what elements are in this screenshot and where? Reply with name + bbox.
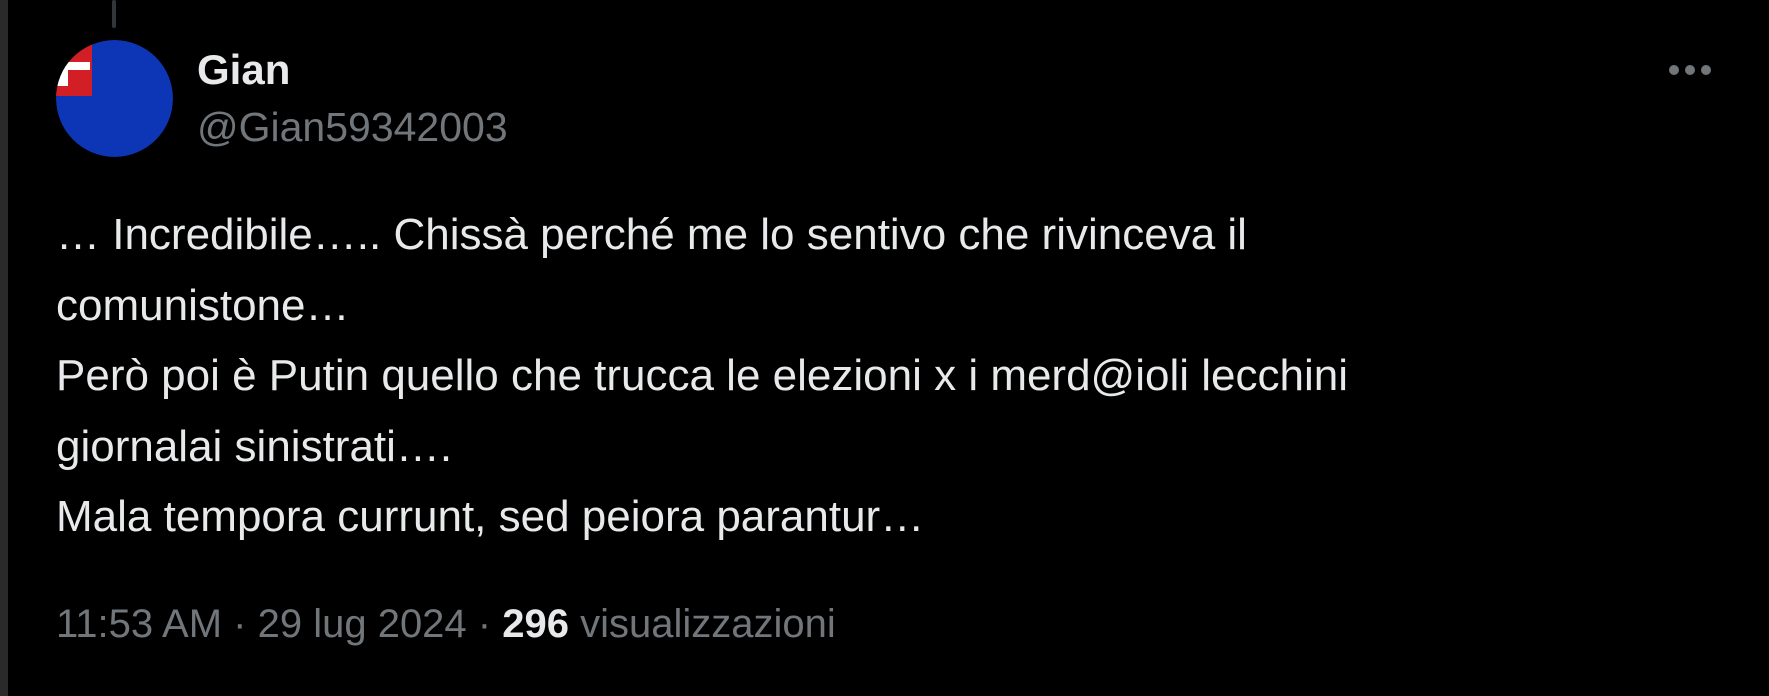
avatar-flag-image <box>56 40 173 157</box>
tweet-text-line: comunistone… <box>56 280 350 330</box>
views-label: visualizzazioni <box>580 602 836 646</box>
tweet-text-line: giornalai sinistrati…. <box>56 421 453 471</box>
author-display-name[interactable]: Gian <box>197 44 290 96</box>
tweet-text-line: Mala tempora currunt, sed peiora parantu… <box>56 492 925 541</box>
tweet-time[interactable]: 11:53 AM <box>56 602 222 646</box>
tweet-metadata: 11:53 AM · 29 lug 2024 · 296 visualizzaz… <box>56 596 836 652</box>
meta-separator: · <box>466 602 503 646</box>
tweet-text-line: … Incredibile….. Chissà perché me lo sen… <box>56 210 1247 259</box>
tweet-text-line: Però poi è Putin quello che trucca le el… <box>56 351 1348 400</box>
thread-connector-line <box>112 0 116 28</box>
more-horizontal-icon <box>1669 65 1711 75</box>
author-handle[interactable]: @Gian59342003 <box>197 102 508 152</box>
tweet-text: … Incredibile….. Chissà perché me lo sen… <box>56 200 1676 553</box>
meta-separator: · <box>222 602 258 646</box>
tweet-date[interactable]: 29 lug 2024 <box>258 602 467 646</box>
window-edge <box>0 0 8 696</box>
views-count: 296 <box>502 602 569 646</box>
avatar[interactable] <box>56 40 173 157</box>
more-options-button[interactable] <box>1664 52 1716 88</box>
